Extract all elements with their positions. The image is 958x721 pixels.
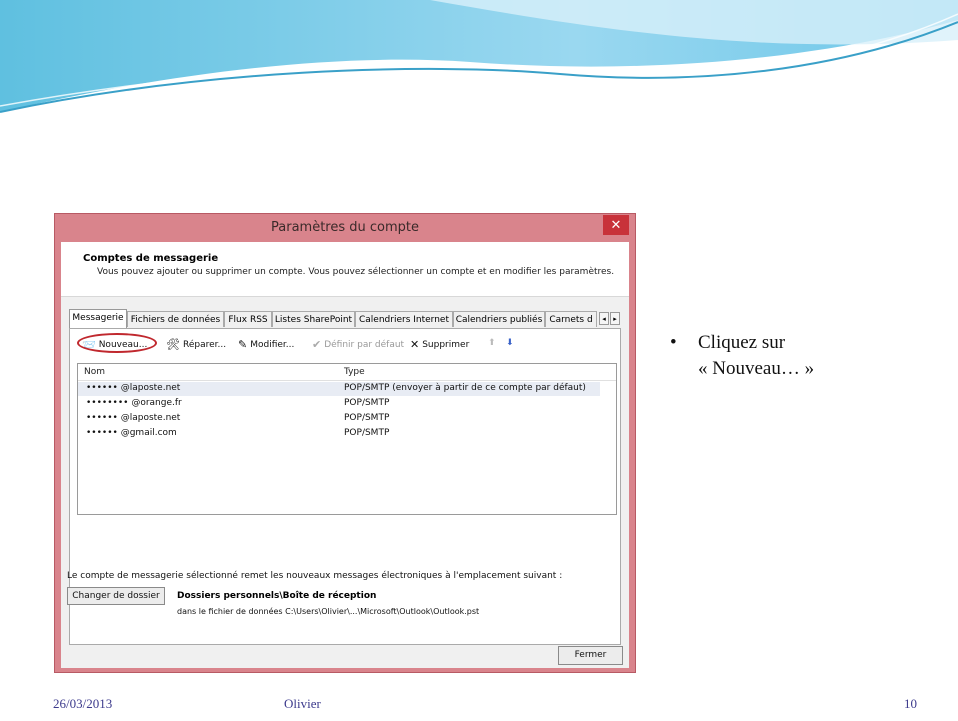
account-row[interactable]: •••••• @laposte.net POP/SMTP	[78, 412, 616, 426]
col-type-header[interactable]: Type	[344, 367, 365, 377]
tab-messagerie[interactable]: Messagerie	[69, 309, 127, 328]
tab-scroll-right-icon[interactable]: ▸	[610, 312, 620, 325]
account-settings-dialog: Paramètres du compte ✕ Comptes de messag…	[54, 213, 636, 673]
account-name: •••••• @laposte.net	[86, 383, 181, 393]
modify-icon: ✎	[238, 338, 248, 351]
dialog-header: Comptes de messagerie Vous pouvez ajoute…	[61, 242, 629, 297]
dialog-titlebar[interactable]: Paramètres du compte ✕	[55, 214, 635, 242]
account-list-header: Nom Type	[78, 364, 616, 381]
tab-scroll-left-icon[interactable]: ◂	[599, 312, 609, 325]
set-default-button[interactable]: ✔ Définir par défaut	[312, 338, 404, 351]
slide-header-wave	[0, 0, 958, 113]
account-name: •••••• @laposte.net	[86, 413, 181, 423]
account-row[interactable]: •••••• @laposte.net POP/SMTP (envoyer à …	[78, 382, 600, 396]
repair-button[interactable]: 🛠 Réparer...	[166, 338, 226, 351]
dialog-body: Messagerie Fichiers de données Flux RSS …	[61, 297, 629, 668]
tab-calendriers-internet[interactable]: Calendriers Internet	[355, 311, 453, 327]
account-toolbar: 📨 Nouveau... 🛠 Réparer... ✎ Modifier... …	[77, 333, 618, 357]
highlight-circle	[77, 333, 157, 353]
account-list: Nom Type •••••• @laposte.net POP/SMTP (e…	[77, 363, 617, 515]
move-down-icon[interactable]: ⬇	[506, 338, 514, 348]
account-type: POP/SMTP	[344, 398, 390, 408]
bullet-line-2: « Nouveau… »	[698, 358, 815, 379]
account-type: POP/SMTP	[344, 428, 390, 438]
tab-carnets[interactable]: Carnets d	[545, 311, 597, 327]
account-type: POP/SMTP	[344, 413, 390, 423]
close-window-button[interactable]: ✕	[603, 215, 629, 235]
tab-listes-sharepoint[interactable]: Listes SharePoint	[272, 311, 355, 327]
change-folder-button[interactable]: Changer de dossier	[67, 587, 165, 605]
move-up-icon[interactable]: ⬆	[488, 338, 496, 348]
delivery-folder-name: Dossiers personnels\Boîte de réception	[177, 591, 377, 601]
account-row[interactable]: •••••••• @orange.fr POP/SMTP	[78, 397, 616, 411]
delete-x-icon: ✕	[410, 338, 420, 351]
checkmark-icon: ✔	[312, 338, 322, 351]
account-type: POP/SMTP (envoyer à partir de ce compte …	[344, 383, 586, 393]
tab-flux-rss[interactable]: Flux RSS	[224, 311, 272, 327]
account-name: •••••••• @orange.fr	[86, 398, 182, 408]
dialog-title: Paramètres du compte	[271, 220, 419, 235]
delete-label: Supprimer	[422, 339, 470, 350]
footer-author: Olivier	[284, 696, 321, 711]
account-row[interactable]: •••••• @gmail.com POP/SMTP	[78, 427, 616, 441]
fermer-button[interactable]: Fermer	[558, 646, 623, 665]
dialog-client-area: Comptes de messagerie Vous pouvez ajoute…	[61, 242, 629, 668]
set-default-label: Définir par défaut	[324, 339, 405, 350]
col-name-header[interactable]: Nom	[84, 367, 105, 377]
bullet-line-1: Cliquez sur	[698, 332, 786, 353]
tab-fichiers-de-donnees[interactable]: Fichiers de données	[127, 311, 224, 327]
modify-label: Modifier...	[250, 339, 295, 350]
delivery-folder-path: dans le fichier de données C:\Users\Oliv…	[177, 607, 480, 616]
footer-page-number: 10	[904, 696, 917, 711]
delete-button[interactable]: ✕ Supprimer	[410, 338, 469, 351]
repair-label: Réparer...	[182, 339, 227, 350]
header-title: Comptes de messagerie	[83, 253, 219, 264]
delivery-location-text: Le compte de messagerie sélectionné reme…	[67, 571, 563, 581]
modify-button[interactable]: ✎ Modifier...	[238, 338, 294, 351]
footer-date: 26/03/2013	[53, 696, 113, 711]
account-name: •••••• @gmail.com	[86, 428, 177, 438]
repair-icon: 🛠	[166, 338, 180, 351]
tab-calendriers-publies[interactable]: Calendriers publiés	[453, 311, 545, 327]
header-description: Vous pouvez ajouter ou supprimer un comp…	[97, 267, 615, 277]
bullet-dot: •	[670, 332, 677, 353]
